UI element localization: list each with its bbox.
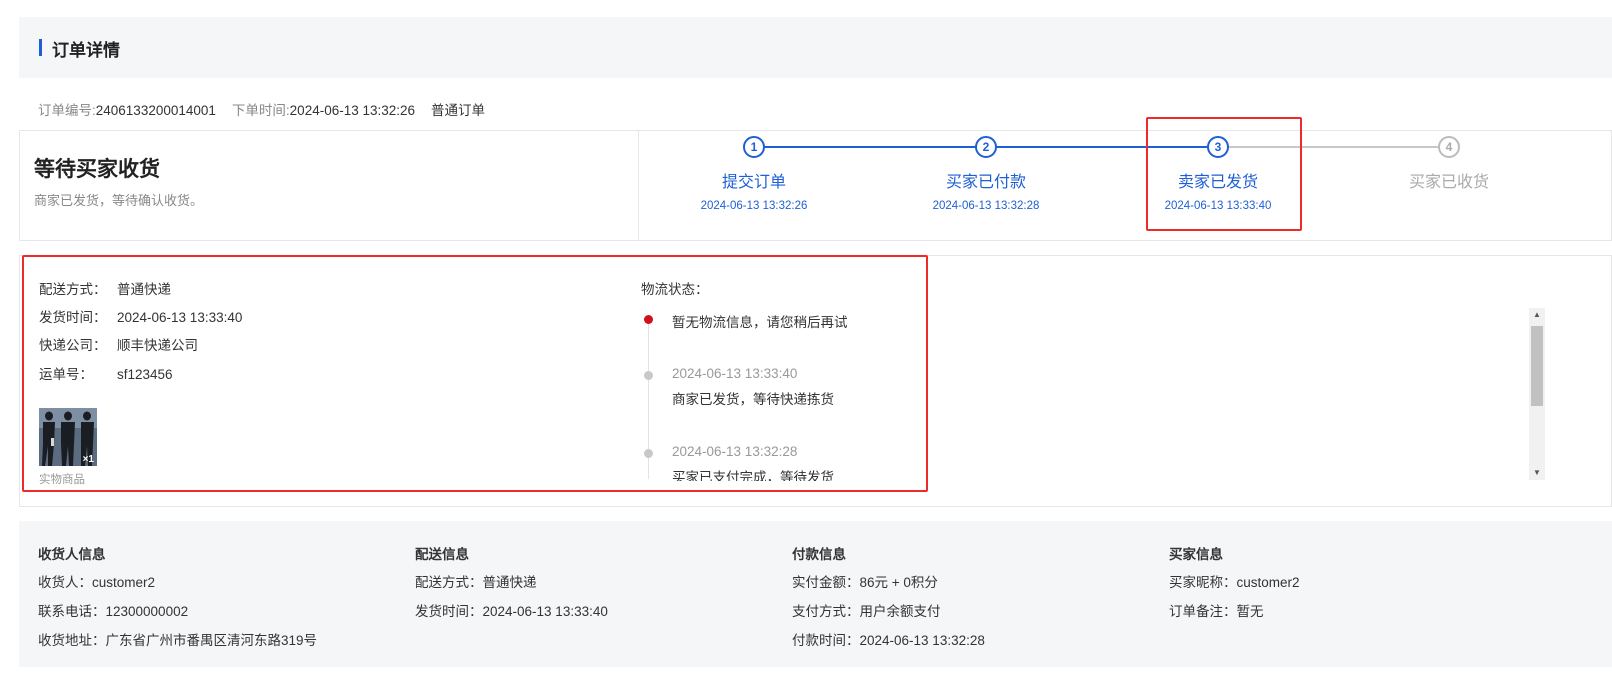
status-title: 等待买家收货 <box>34 158 160 181</box>
receiver-phone: 联系电话：12300000002 <box>38 604 189 619</box>
order-remark: 订单备注：暂无 <box>1169 604 1264 619</box>
step-paid: 2 买家已付款 2024-06-13 13:32:28 <box>886 136 1086 212</box>
step-submit: 1 提交订单 2024-06-13 13:32:26 <box>654 136 854 212</box>
payment-method: 支付方式：用户余额支付 <box>792 604 941 619</box>
scroll-thumb[interactable] <box>1531 326 1543 406</box>
section-title: 收货人信息 <box>38 547 106 562</box>
receiver-name: 收货人：customer2 <box>38 575 156 590</box>
receiver-address: 收货地址：广东省广州市番禺区清河东路319号 <box>38 633 318 648</box>
section-title: 买家信息 <box>1169 547 1223 562</box>
payment-time: 付款时间：2024-06-13 13:32:28 <box>792 633 985 648</box>
step-label: 买家已付款 <box>945 174 1026 191</box>
page-title: 订单详情 <box>52 41 120 60</box>
order-time-label: 下单时间: <box>231 103 290 118</box>
step-number: 4 <box>1438 136 1460 158</box>
page-header: 订单详情 <box>19 17 1612 78</box>
scroll-up-arrow-icon[interactable]: ▲ <box>1529 308 1545 322</box>
buyer-nickname: 买家昵称：customer2 <box>1169 575 1300 590</box>
delivery-time: 发货时间：2024-06-13 13:33:40 <box>415 604 608 619</box>
highlight-box-shipping <box>22 255 928 492</box>
order-meta: 订单编号:2406133200014001 下单时间:2024-06-13 13:… <box>38 99 485 119</box>
payment-amount: 实付金额：86元 + 0积分 <box>792 575 938 590</box>
order-info-panel: 收货人信息 收货人：customer2 联系电话：12300000002 收货地… <box>19 521 1612 667</box>
delivery-method: 配送方式：普通快递 <box>415 575 537 590</box>
step-number: 2 <box>975 136 997 158</box>
order-no-label: 订单编号: <box>38 103 96 118</box>
scroll-down-arrow-icon[interactable]: ▼ <box>1529 466 1545 480</box>
highlight-box-step <box>1146 117 1302 231</box>
order-type: 普通订单 <box>431 103 486 118</box>
title-accent-bar <box>39 39 42 56</box>
status-summary: 等待买家收货 商家已发货，等待确认收货。 <box>20 131 639 240</box>
section-title: 付款信息 <box>792 547 846 562</box>
section-title: 配送信息 <box>415 547 469 562</box>
step-label: 买家已收货 <box>1408 174 1489 191</box>
order-time: 2024-06-13 13:32:26 <box>289 103 416 118</box>
step-number: 1 <box>743 136 765 158</box>
step-time: 2024-06-13 13:32:28 <box>932 200 1040 212</box>
step-time: 2024-06-13 13:32:26 <box>700 200 808 212</box>
step-received: 4 买家已收货 <box>1349 136 1549 200</box>
order-no: 2406133200014001 <box>95 103 216 118</box>
logistics-scrollbar[interactable]: ▲ ▼ <box>1529 308 1545 480</box>
step-label: 提交订单 <box>721 174 786 191</box>
status-desc: 商家已发货，等待确认收货。 <box>34 193 204 208</box>
